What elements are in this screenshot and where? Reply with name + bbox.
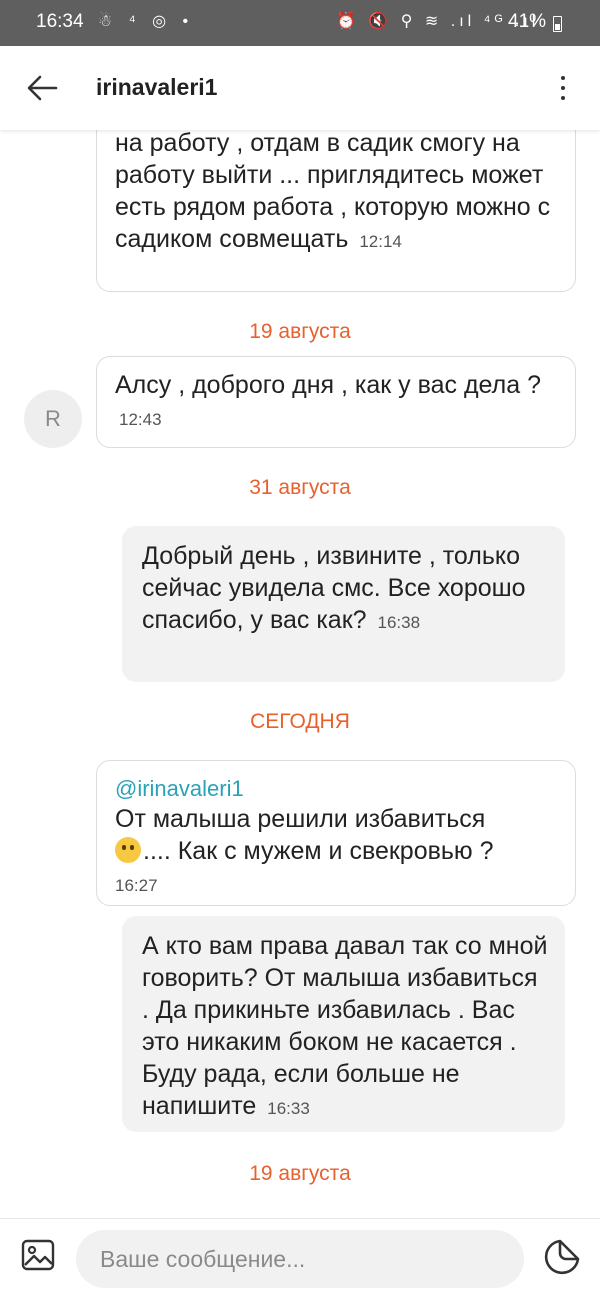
message-bubble-incoming[interactable]: Алсу , доброго дня , как у вас дела ? 12… — [96, 356, 576, 448]
message-composer — [0, 1218, 600, 1300]
message-time: 16:27 — [115, 876, 158, 895]
date-separator: 31 августа — [249, 476, 351, 499]
message-time: 12:43 — [119, 410, 162, 429]
message-text: Алсу , доброго дня , как у вас дела ? — [115, 371, 541, 399]
date-separator: 19 августа — [249, 320, 351, 343]
status-bar: 16:34 ☃ ⁴ ◎ • ⏰ 🔇 ⚲ ≋ .ıl ⁴ᴳ .ıl 41% — [0, 0, 600, 46]
message-bubble-outgoing[interactable]: Добрый день , извините , только сейчас у… — [122, 526, 565, 682]
message-bubble-incoming[interactable]: @irinavaleri1 От малыша решили избавитьс… — [96, 760, 576, 906]
message-text: Добрый день , извините , только сейчас у… — [142, 542, 526, 634]
message-time: 12:14 — [359, 232, 402, 251]
chat-header: irinavaleri1 — [0, 46, 600, 130]
message-bubble-outgoing[interactable]: А кто вам права давал так со мной говори… — [122, 916, 565, 1132]
message-text: От малыша решили избавиться — [115, 805, 486, 833]
message-time: 16:38 — [377, 613, 421, 632]
message-text: на работу , отдам в садик смогу на работ… — [115, 130, 551, 253]
back-arrow-icon[interactable] — [22, 68, 62, 108]
message-input[interactable] — [76, 1230, 524, 1288]
message-list[interactable]: на работу , отдам в садик смогу на работ… — [0, 130, 600, 1218]
more-options-icon[interactable] — [548, 70, 578, 106]
chat-title[interactable]: irinavaleri1 — [96, 74, 217, 101]
battery-percent: 41% — [508, 11, 547, 32]
message-bubble-incoming[interactable]: на работу , отдам в садик смогу на работ… — [96, 130, 576, 292]
battery-icon — [553, 16, 562, 32]
avatar[interactable]: R — [24, 390, 82, 448]
date-separator: СЕГОДНЯ — [250, 710, 350, 733]
smiling-face-emoji-icon — [115, 837, 141, 863]
message-text-continued: .... Как с мужем и свекровью ? — [143, 837, 494, 865]
message-time: 16:33 — [267, 1099, 310, 1118]
notification-icons: ☃ ⁴ ◎ • — [98, 13, 195, 30]
message-text: А кто вам права давал так со мной говори… — [142, 932, 548, 1120]
sticker-icon[interactable] — [542, 1237, 582, 1277]
status-time: 16:34 — [36, 11, 84, 32]
mention-link[interactable]: @irinavaleri1 — [115, 775, 561, 803]
image-attach-icon[interactable] — [20, 1237, 56, 1273]
date-separator: 19 августа — [249, 1162, 351, 1185]
